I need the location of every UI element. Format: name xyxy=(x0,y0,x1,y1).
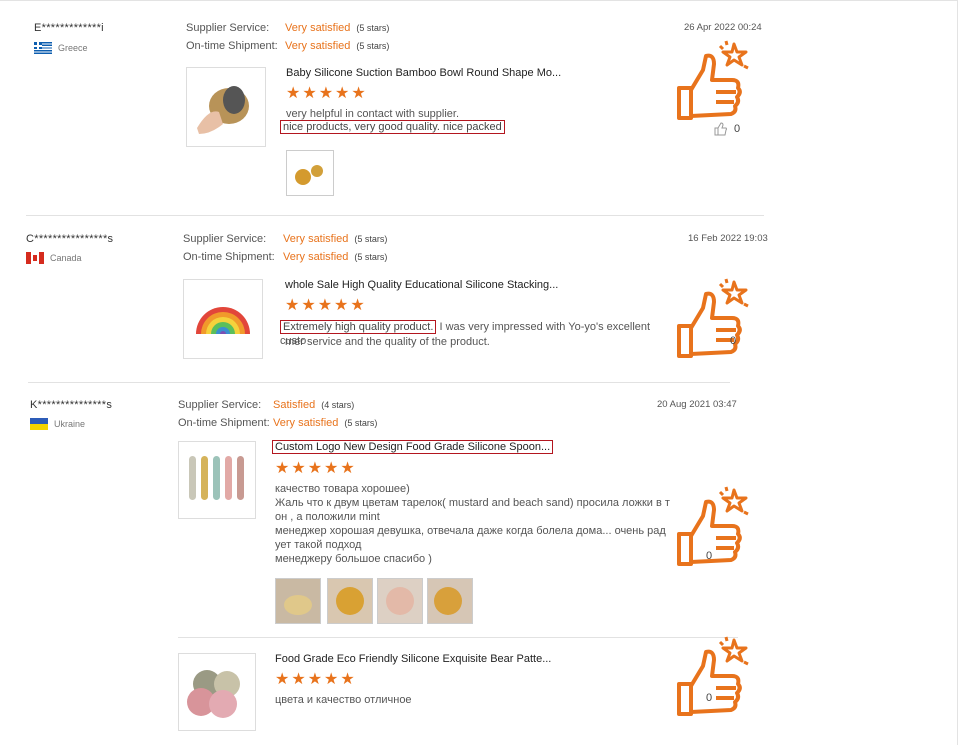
product-thumbnail[interactable] xyxy=(183,279,263,359)
review-date: 26 Apr 2022 00:24 xyxy=(684,22,762,33)
supplier-service-stars: (4 stars) xyxy=(321,400,355,410)
like-icon xyxy=(714,122,727,136)
country-name: Greece xyxy=(58,43,88,53)
like-count: 0 xyxy=(734,123,741,135)
supplier-service-label: Supplier Service: xyxy=(183,233,267,245)
reviewer-name: C****************s xyxy=(26,233,114,245)
supplier-service-value: Very satisfied xyxy=(285,22,351,34)
ukraine-flag-icon xyxy=(30,418,48,430)
review-date: 20 Aug 2021 03:47 xyxy=(657,399,737,410)
shipment-rating: Very satisfied (5 stars) xyxy=(283,251,387,263)
review-photo[interactable] xyxy=(377,578,423,624)
supplier-service-stars: (5 stars) xyxy=(356,23,390,33)
review-line: ует такой подход xyxy=(275,539,362,551)
product-thumbnail[interactable] xyxy=(186,67,266,147)
review-text: цвета и качество отличное xyxy=(275,694,412,706)
shipment-stars: (5 stars) xyxy=(354,252,388,262)
divider xyxy=(178,637,738,638)
review-photo[interactable] xyxy=(275,578,321,624)
greece-flag-icon xyxy=(34,42,52,54)
product-rating-stars: ★★★★★ xyxy=(286,85,368,102)
thumbs-up-star-icon xyxy=(676,278,752,363)
product-title[interactable]: Baby Silicone Suction Bamboo Bowl Round … xyxy=(286,67,561,79)
review-date: 16 Feb 2022 19:03 xyxy=(688,233,768,244)
like-count: 0 xyxy=(706,692,713,704)
like-button[interactable]: 0 xyxy=(706,550,712,562)
review-line: он , а положили mint xyxy=(275,511,380,523)
like-button[interactable]: 0 xyxy=(714,122,740,136)
reviewer-country: Canada xyxy=(26,252,82,264)
product-title[interactable]: whole Sale High Quality Educational Sili… xyxy=(285,279,558,291)
shipment-label: On-time Shipment: xyxy=(183,251,275,263)
review-text-block: качество товара хорошее) Жаль что к двум… xyxy=(275,482,670,566)
thumbs-up-star-icon xyxy=(676,636,752,721)
reviewer-country: Ukraine xyxy=(30,418,85,430)
thumbs-up-star-icon xyxy=(676,486,752,571)
supplier-service-rating: Satisfied (4 stars) xyxy=(273,399,354,411)
shipment-label: On-time Shipment: xyxy=(178,417,270,429)
product-thumbnail[interactable] xyxy=(178,441,256,519)
supplier-service-rating: Very satisfied (5 stars) xyxy=(283,233,387,245)
review-text: very helpful in contact with supplier. xyxy=(286,108,460,120)
product-thumbnail[interactable] xyxy=(178,653,256,731)
review-text-line2: mer service and the quality of the produ… xyxy=(285,336,490,348)
page-frame xyxy=(0,0,958,745)
shipment-value: Very satisfied xyxy=(273,417,339,429)
product-title[interactable]: Food Grade Eco Friendly Silicone Exquisi… xyxy=(275,653,551,665)
review-line: менеджер хорошая девушка, отвечала даже … xyxy=(275,525,666,537)
shipment-stars: (5 stars) xyxy=(356,41,390,51)
highlight-box: nice products, very good quality. nice p… xyxy=(280,120,505,134)
shipment-value: Very satisfied xyxy=(283,251,349,263)
shipment-rating: Very satisfied (5 stars) xyxy=(273,417,377,429)
product-title-box[interactable]: Custom Logo New Design Food Grade Silico… xyxy=(272,440,554,454)
supplier-service-value: Satisfied xyxy=(273,399,316,411)
like-count: 0 xyxy=(730,335,737,347)
review-line: качество товара хорошее) xyxy=(275,483,410,495)
supplier-service-rating: Very satisfied (5 stars) xyxy=(285,22,389,34)
review-photo[interactable] xyxy=(327,578,373,624)
like-button[interactable]: 0 xyxy=(706,692,712,704)
product-title[interactable]: Custom Logo New Design Food Grade Silico… xyxy=(272,440,554,454)
country-name: Canada xyxy=(50,253,82,263)
product-rating-stars: ★★★★★ xyxy=(275,671,357,688)
supplier-service-label: Supplier Service: xyxy=(178,399,262,411)
product-rating-stars: ★★★★★ xyxy=(285,297,367,314)
review-text-highlight: nice products, very good quality. nice p… xyxy=(280,120,505,134)
shipment-value: Very satisfied xyxy=(285,40,351,52)
country-name: Ukraine xyxy=(54,419,86,429)
shipment-label: On-time Shipment: xyxy=(186,40,278,52)
thumbs-up-star-icon xyxy=(676,40,752,125)
supplier-service-label: Supplier Service: xyxy=(186,22,270,34)
review-line: Жаль что к двум цветам тарелок( mustard … xyxy=(275,497,670,509)
review-line: менеджеру большое спасибо ) xyxy=(275,553,432,565)
canada-flag-icon xyxy=(26,252,44,264)
review-photo[interactable] xyxy=(286,150,334,196)
reviewer-name: E*************i xyxy=(34,22,104,34)
product-rating-stars: ★★★★★ xyxy=(275,460,357,477)
like-button[interactable]: 0 xyxy=(730,335,736,347)
highlight-box: Extremely high quality product. xyxy=(280,320,437,334)
review-photo[interactable] xyxy=(427,578,473,624)
divider xyxy=(28,382,730,383)
supplier-service-stars: (5 stars) xyxy=(354,234,388,244)
supplier-service-value: Very satisfied xyxy=(283,233,349,245)
shipment-stars: (5 stars) xyxy=(344,418,378,428)
divider xyxy=(26,215,764,216)
like-count: 0 xyxy=(706,550,713,562)
reviewer-name: K***************s xyxy=(30,399,113,411)
shipment-rating: Very satisfied (5 stars) xyxy=(285,40,389,52)
reviewer-country: Greece xyxy=(34,42,88,54)
